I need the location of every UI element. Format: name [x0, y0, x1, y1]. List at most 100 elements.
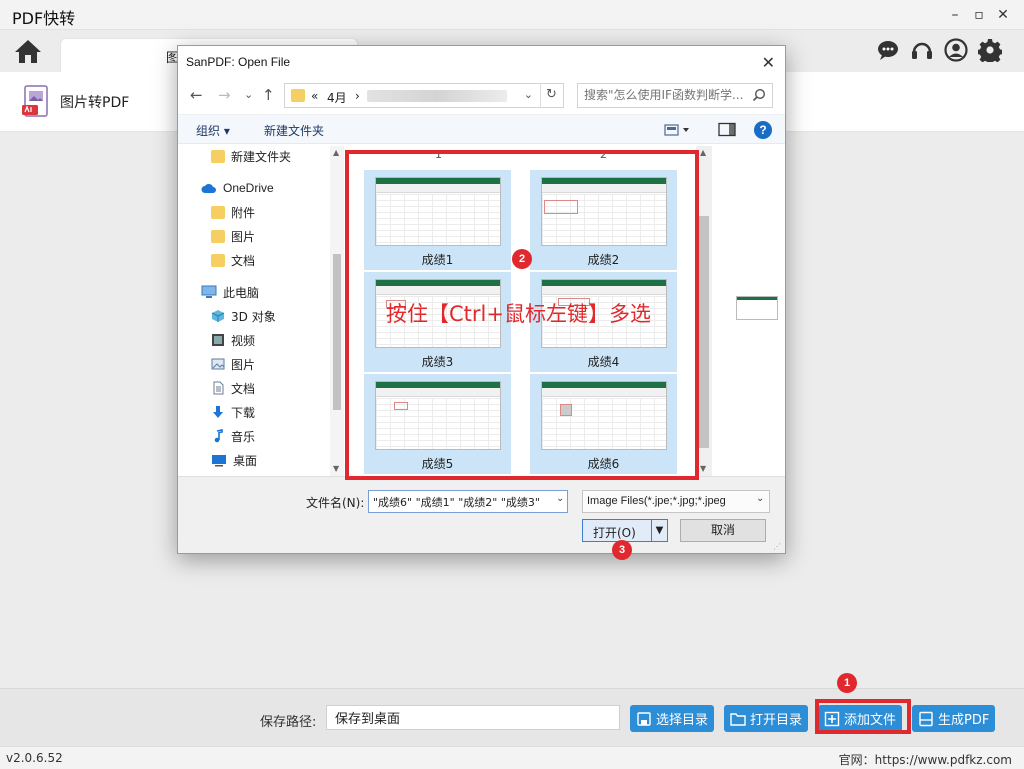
scroll-up-arrow[interactable]: ▲ [700, 148, 706, 157]
dialog-close-button[interactable]: ✕ [762, 53, 775, 72]
document-icon [213, 381, 224, 395]
minimize-button[interactable]: – [944, 4, 966, 26]
folder-open-icon [730, 712, 746, 726]
picture-icon [211, 358, 225, 370]
dialog-navbar: ← → ⌄ ↑ « 4月 › ⌄ ↻ [178, 80, 785, 110]
help-icon[interactable]: ? [754, 121, 772, 139]
view-options-icon[interactable] [664, 123, 692, 137]
search-input[interactable] [578, 84, 748, 106]
address-bar[interactable]: « 4月 › ⌄ [284, 83, 564, 108]
organize-menu[interactable]: 组织 ▾ [196, 122, 230, 139]
choose-dir-button[interactable]: 选择目录 [630, 705, 715, 732]
dialog-sidebar: 新建文件夹 OneDrive 附件 图片 文档 此电脑 3D 对象 视频 图片 … [178, 146, 345, 476]
pdf-file-icon [919, 711, 933, 726]
image-to-pdf-tool[interactable]: 图片转PDF [22, 84, 129, 120]
search-icon [752, 88, 766, 102]
save-icon [637, 711, 651, 726]
sidebar-item-music[interactable]: 音乐 [211, 426, 255, 446]
address-folder[interactable]: 4月 [327, 89, 347, 106]
sidebar-item-pictures[interactable]: 图片 [211, 354, 255, 374]
maximize-button[interactable]: ▫ [968, 4, 990, 26]
forward-button[interactable]: → [218, 86, 231, 104]
image-pdf-icon [22, 85, 48, 117]
step-badge-1: 1 [837, 673, 857, 693]
version-label: v2.0.6.52 [6, 751, 63, 765]
preview-pane-icon[interactable] [718, 122, 736, 138]
support-button[interactable] [910, 38, 934, 62]
step-badge-3: 3 [612, 540, 632, 560]
back-button[interactable]: ← [190, 86, 203, 104]
computer-icon [201, 285, 217, 298]
sidebar-item-new-folder[interactable]: 新建文件夹 [211, 146, 291, 166]
scroll-down-arrow[interactable]: ▼ [700, 464, 706, 473]
open-dir-button[interactable]: 打开目录 [724, 705, 809, 732]
gear-icon [977, 39, 1003, 65]
cancel-button[interactable]: 取消 [680, 519, 766, 542]
chat-button[interactable] [876, 38, 900, 62]
blurred-path [367, 90, 507, 102]
sidebar-scroll-thumb[interactable] [333, 254, 341, 410]
tool-label: 图片转PDF [60, 95, 130, 111]
generate-pdf-button[interactable]: 生成PDF [912, 705, 996, 732]
add-file-highlight [815, 699, 911, 734]
sidebar-item-onedrive[interactable]: OneDrive [201, 178, 274, 198]
open-button[interactable]: 打开(O) ▼ [582, 519, 668, 542]
sidebar-item-videos[interactable]: 视频 [211, 330, 255, 350]
sidebar-item-desktop[interactable]: 桌面 [211, 450, 257, 470]
sidebar-scrollbar[interactable]: ▲ ▼ [330, 146, 344, 476]
filetype-dropdown-icon[interactable]: ⌄ [756, 493, 764, 504]
file-grid-scroll-thumb[interactable] [699, 216, 709, 448]
home-icon [15, 40, 41, 63]
preview-pane [714, 146, 785, 476]
sidebar-item-3d-objects[interactable]: 3D 对象 [211, 306, 276, 326]
scroll-down-arrow[interactable]: ▼ [333, 464, 339, 473]
sidebar-item-onedrive-documents[interactable]: 文档 [211, 250, 255, 270]
video-icon [212, 334, 224, 346]
up-button[interactable]: ↑ [262, 86, 275, 104]
address-prefix: « [311, 89, 319, 103]
website-link[interactable]: 官网：https://www.pdfkz.com [839, 751, 1012, 768]
folder-icon [211, 229, 225, 243]
app-titlebar: PDF快转 – ▫ ✕ [0, 0, 1024, 30]
sidebar-item-documents[interactable]: 文档 [211, 378, 255, 398]
sidebar-item-this-pc[interactable]: 此电脑 [201, 282, 259, 302]
open-dropdown-icon[interactable]: ▼ [651, 520, 667, 541]
multi-select-hint: 按住【Ctrl+鼠标左键】多选 [386, 302, 651, 326]
music-icon [214, 429, 223, 443]
chat-icon [878, 41, 898, 60]
search-box[interactable] [577, 83, 773, 108]
desktop-icon [212, 455, 226, 467]
folder-icon [211, 205, 225, 219]
dialog-command-bar: 组织 ▾ 新建文件夹 ? [178, 114, 785, 144]
scroll-up-arrow[interactable]: ▲ [333, 148, 339, 157]
recent-locations-button[interactable]: ⌄ [244, 88, 253, 101]
save-path-input[interactable] [326, 705, 620, 730]
home-button[interactable] [12, 35, 44, 67]
preview-thumbnail [736, 296, 778, 320]
refresh-button[interactable]: ↻ [540, 83, 562, 108]
settings-button[interactable] [977, 38, 1003, 65]
headphones-icon [912, 42, 932, 59]
folder-icon [211, 253, 225, 267]
address-dropdown[interactable]: ⌄ [524, 88, 533, 101]
sidebar-item-downloads[interactable]: 下载 [211, 402, 255, 422]
status-bar: v2.0.6.52 官网：https://www.pdfkz.com [0, 746, 1024, 769]
folder-icon [291, 89, 305, 102]
filename-dropdown-icon[interactable]: ⌄ [556, 493, 564, 504]
sidebar-item-onedrive-pictures[interactable]: 图片 [211, 226, 255, 246]
filetype-select[interactable]: Image Files(*.jpe;*.jpg;*.jpeg [582, 490, 770, 513]
folder-icon [211, 149, 225, 163]
address-separator: › [355, 89, 360, 103]
dialog-title: SanPDF: Open File [186, 55, 291, 69]
dialog-footer: 文件名(N): "成绩6" "成绩1" "成绩2" "成绩3" ⌄ Image … [178, 476, 785, 553]
account-button[interactable] [944, 38, 968, 62]
new-folder-button[interactable]: 新建文件夹 [264, 122, 324, 139]
resize-grip-icon[interactable]: ⋰ [773, 542, 781, 551]
close-window-button[interactable]: ✕ [992, 4, 1014, 26]
filename-input[interactable]: "成绩6" "成绩1" "成绩2" "成绩3" [368, 490, 568, 513]
cube-icon [211, 310, 225, 322]
step-badge-2: 2 [512, 249, 532, 269]
sidebar-item-attachments[interactable]: 附件 [211, 202, 255, 222]
filename-label: 文件名(N): [306, 496, 365, 510]
cloud-icon [201, 183, 216, 193]
